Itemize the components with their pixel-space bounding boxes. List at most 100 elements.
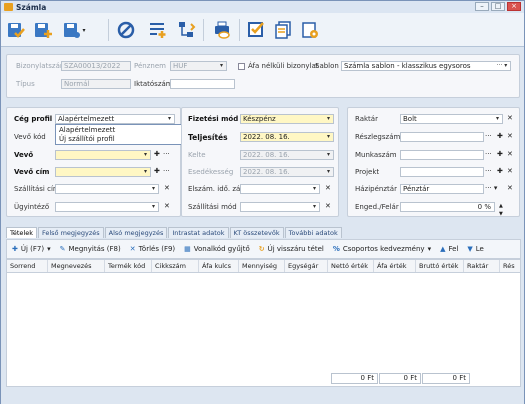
col-afa-ertek[interactable]: Áfa érték: [374, 260, 416, 272]
col-egysegar[interactable]: Egységár: [285, 260, 328, 272]
hazipenztar-select[interactable]: Pénztár: [400, 184, 484, 194]
col-afa-kulcs[interactable]: Áfa kulcs: [199, 260, 239, 272]
ceg-profil-select[interactable]: Alapértelmezett ▾: [55, 114, 175, 124]
chevron-down-icon: ▾: [326, 133, 330, 140]
new-item-button[interactable]: ✚ Új (F7) ▾: [12, 245, 51, 253]
more-icon[interactable]: ···: [485, 167, 492, 175]
chevron-down-icon: ▾: [495, 115, 499, 122]
maximize-button[interactable]: □: [491, 2, 505, 11]
window: Számla – □ × ▾ Bizonylatszám SZA00013/20…: [0, 0, 525, 404]
projekt-field[interactable]: [400, 167, 484, 177]
col-megnevezes[interactable]: Megnevezés: [48, 260, 105, 272]
col-raktar[interactable]: Raktár: [464, 260, 500, 272]
tab-tetelek[interactable]: Tételek: [6, 227, 37, 238]
teljesites-date[interactable]: 2022. 08. 16. ▾: [240, 132, 334, 142]
penznem-label: Pénznem: [134, 62, 166, 70]
enged-input[interactable]: 0 %: [400, 202, 495, 212]
col-cikkszam[interactable]: Cikkszám: [152, 260, 199, 272]
open-item-button[interactable]: ✎ Megnyitás (F8): [60, 245, 121, 253]
move-up-button[interactable]: ▲ Fel: [440, 245, 458, 253]
munkaszam-field[interactable]: [400, 150, 484, 160]
more-icon[interactable]: ···: [485, 150, 492, 158]
penznem-select[interactable]: HUF ▾: [170, 61, 227, 71]
clear-icon[interactable]: ✕: [507, 132, 513, 140]
clear-icon[interactable]: ✕: [164, 202, 170, 210]
more-icon[interactable]: ···: [485, 132, 492, 140]
header-panel: Bizonylatszám SZA00013/2022 Pénznem HUF ▾…: [6, 54, 520, 98]
tab-felso-megjegyzes[interactable]: Felső megjegyzés: [37, 227, 104, 238]
window-title: Számla: [16, 2, 47, 12]
dropdown-option[interactable]: Alapértelmezett: [59, 126, 182, 135]
sablon-select[interactable]: Számla sablon - klasszikus egysoros ··· ▾: [341, 61, 511, 71]
col-termek-kod[interactable]: Termék kód: [105, 260, 152, 272]
copy-button[interactable]: [272, 19, 294, 41]
more-icon[interactable]: ···: [163, 150, 170, 158]
szallitasi-mod-select[interactable]: ▾: [240, 202, 320, 212]
minimize-button[interactable]: –: [475, 2, 489, 11]
save-new-button[interactable]: [32, 19, 54, 41]
add-icon[interactable]: ✚: [497, 132, 503, 140]
pencil-icon: ✎: [59, 245, 66, 253]
clear-icon[interactable]: ✕: [507, 184, 513, 192]
close-button[interactable]: ×: [507, 2, 521, 11]
save-close-button[interactable]: [5, 19, 27, 41]
more-icon[interactable]: ···: [163, 167, 170, 175]
more-icon[interactable]: ··· ▾: [485, 184, 497, 192]
cancel-button[interactable]: [115, 19, 137, 41]
tab-tovabbi-adatok[interactable]: További adatok: [284, 227, 342, 238]
elszam-label: Elszám. idő. záró: [188, 185, 248, 193]
iktatoszam-input[interactable]: [170, 79, 235, 89]
tab-kt-osszetevok[interactable]: KT összetevők: [229, 227, 284, 238]
chevron-down-icon: ▾: [219, 62, 223, 69]
move-down-button[interactable]: ▼ Le: [467, 245, 483, 253]
clear-icon[interactable]: ✕: [507, 150, 513, 158]
vevo-cim-select[interactable]: ▾: [55, 167, 151, 177]
vevo-label: Vevő: [14, 151, 34, 159]
bizonylatszam-field: SZA00013/2022: [61, 61, 131, 71]
col-res[interactable]: Rés: [500, 260, 520, 272]
col-mennyiseg[interactable]: Mennyiség: [239, 260, 285, 272]
plus-icon: ✚: [12, 245, 18, 253]
afa-nelkuli-checkbox[interactable]: [238, 63, 245, 70]
raktar-select[interactable]: Bolt ▾: [400, 114, 503, 124]
tab-also-megjegyzes[interactable]: Alsó megjegyzés: [104, 227, 168, 238]
add-icon[interactable]: ✚: [497, 167, 503, 175]
group-discount-button[interactable]: % Csoportos kedvezmény ▾: [333, 245, 431, 253]
clear-icon[interactable]: ✕: [325, 184, 331, 192]
approve-button[interactable]: [245, 19, 267, 41]
return-item-button[interactable]: ↻ Új visszáru tétel: [259, 245, 324, 253]
settings-button[interactable]: [299, 19, 321, 41]
spin-icon[interactable]: ▲ ▼: [499, 202, 503, 218]
add-item-list-button[interactable]: [146, 19, 168, 41]
delete-item-button[interactable]: ✕ Törlés (F9): [130, 245, 175, 253]
items-grid[interactable]: Sorrend Megnevezés Termék kód Cikkszám Á…: [6, 259, 521, 387]
elszam-date[interactable]: ▾: [240, 184, 320, 194]
tab-intrastat-adatok[interactable]: Intrastat adatok: [168, 227, 229, 238]
dropdown-option[interactable]: Új szállítói profil: [59, 135, 182, 144]
clear-icon[interactable]: ✕: [164, 184, 170, 192]
hierarchy-button[interactable]: [176, 19, 198, 41]
ceg-profil-dropdown: Alapértelmezett Új szállítói profil: [55, 124, 186, 145]
szallitasi-cim-select[interactable]: ▾: [55, 184, 159, 194]
clear-icon[interactable]: ✕: [507, 167, 513, 175]
status-bar: [1, 390, 524, 404]
vevo-select[interactable]: ▾: [55, 150, 151, 160]
save-dropdown-button[interactable]: ▾: [59, 19, 89, 41]
add-icon[interactable]: ✚: [154, 167, 160, 175]
tab-strip: Tételek Felső megjegyzés Alsó megjegyzés…: [6, 227, 343, 238]
vevo-cim-label: Vevő cím: [14, 168, 50, 176]
clear-icon[interactable]: ✕: [325, 202, 331, 210]
col-netto-ertek[interactable]: Nettó érték: [328, 260, 374, 272]
col-brutto-ertek[interactable]: Bruttó érték: [416, 260, 464, 272]
add-icon[interactable]: ✚: [154, 150, 160, 158]
reszlegszam-field[interactable]: [400, 132, 484, 142]
esedekesseg-label: Esedékesség: [188, 168, 234, 176]
clear-icon[interactable]: ✕: [507, 114, 513, 122]
print-preview-button[interactable]: [211, 19, 233, 41]
fizetesi-mod-select[interactable]: Készpénz ▾: [240, 114, 334, 124]
add-icon[interactable]: ✚: [497, 150, 503, 158]
checkbox-edit-icon: [248, 22, 264, 37]
col-sorrend[interactable]: Sorrend: [7, 260, 48, 272]
ugyintezo-select[interactable]: ▾: [55, 202, 159, 212]
barcode-button[interactable]: ▦ Vonalkód gyűjtő: [184, 245, 250, 253]
